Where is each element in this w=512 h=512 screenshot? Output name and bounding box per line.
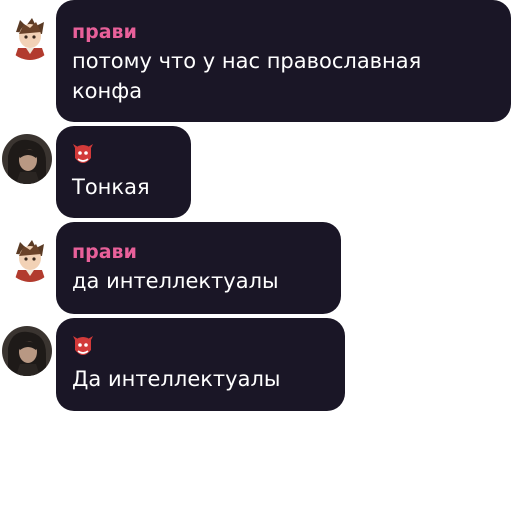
red-mask-emoji-icon [72, 334, 94, 360]
message-text: да интеллектуалы [72, 269, 279, 293]
anime-boy-sticker-icon[interactable] [6, 234, 54, 282]
dark-hair-person-avatar-icon[interactable] [2, 134, 52, 184]
message-text: Да интеллектуалы [72, 367, 281, 391]
sender-name[interactable]: прави [72, 20, 137, 44]
message-bubble[interactable]: Да интеллектуалы [56, 318, 345, 411]
red-mask-emoji-icon [72, 142, 94, 168]
message-text: потому что у нас православная конфа [72, 49, 422, 103]
message-bubble[interactable]: прави да интеллектуалы [56, 222, 341, 314]
message-text: Тонкая [72, 175, 150, 199]
dark-hair-person-avatar-icon[interactable] [2, 326, 52, 376]
anime-boy-sticker-icon[interactable] [6, 12, 54, 60]
message-bubble[interactable]: прави потому что у нас православная конф… [56, 0, 511, 122]
message-bubble[interactable]: Тонкая [56, 126, 191, 218]
sender-name[interactable]: прави [72, 240, 137, 264]
